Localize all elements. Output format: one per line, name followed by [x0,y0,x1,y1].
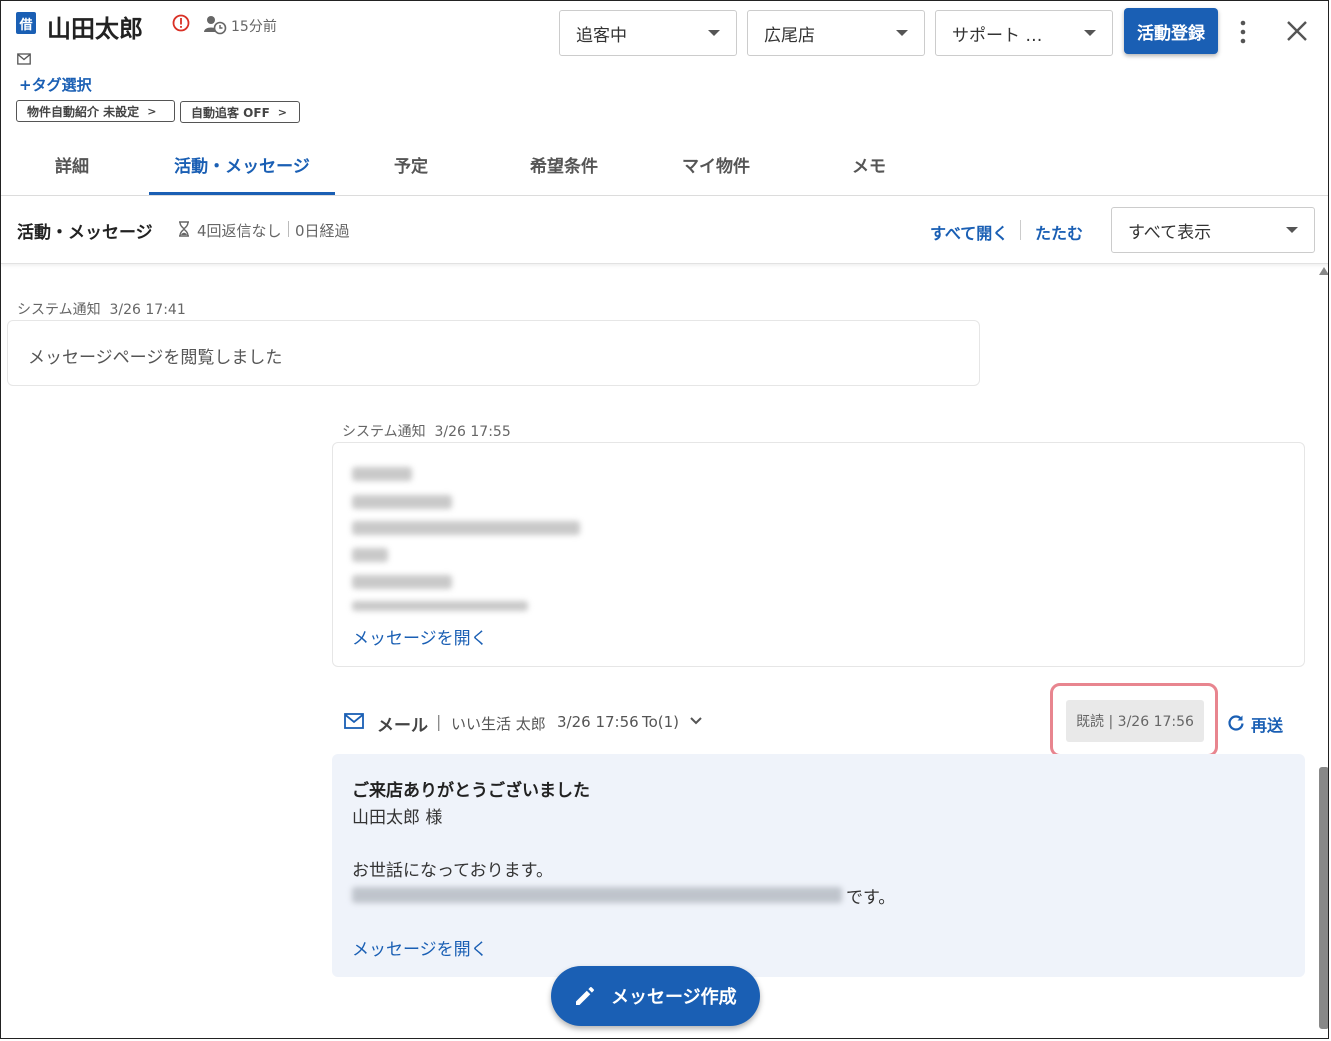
chevron-right-icon: > [277,105,287,119]
mail-sender: いい生活 太郎 [451,715,546,733]
status-dropdown[interactable]: 追客中 [559,10,737,56]
redacted-text [352,521,580,535]
scroll-up-arrow[interactable] [1319,267,1328,275]
read-status-badge: 既読 | 3/26 17:56 [1066,700,1204,742]
section-title: 活動・メッセージ [17,223,153,243]
compose-message-button[interactable]: メッセージ作成 [551,966,760,1026]
mail-icon [17,53,31,65]
support-value: サポート … [952,25,1043,46]
message-body: メッセージページを閲覧しました [28,348,283,368]
status-value: 追客中 [576,25,627,46]
redacted-text [352,601,528,611]
divider [1020,220,1021,240]
caret-down-icon [1286,227,1298,233]
more-vertical-icon[interactable] [1237,19,1249,45]
store-dropdown[interactable]: 広尾店 [747,10,925,56]
divider [288,221,289,237]
hourglass-icon [179,221,189,237]
mail-type-label: メール [377,716,428,736]
redacted-text [352,887,842,903]
expand-all-link[interactable]: すべて開く [930,220,1008,244]
refresh-icon[interactable] [1227,714,1245,732]
tag-select-link[interactable]: +タグ選択 [19,74,92,95]
last-access-time: 15分前 [231,19,277,35]
rent-badge: 借 [16,12,36,34]
filter-dropdown[interactable]: すべて表示 [1111,207,1315,253]
store-value: 広尾店 [764,25,815,46]
message-meta: システム通知 3/26 17:55 [342,421,511,441]
mail-line: です。 [846,888,896,908]
tab-schedule[interactable]: 予定 [371,141,451,195]
mail-subject: ご来店ありがとうございました [352,781,590,801]
mail-time: 3/26 17:56 [557,713,639,731]
chevron-down-icon[interactable] [689,716,703,726]
auto-property-intro-chip[interactable]: 物件自動紹介 未設定 > [16,100,175,122]
redacted-text [352,575,452,589]
mail-separator: | [436,712,442,731]
chip-label: 物件自動紹介 未設定 [27,104,140,119]
section-header: 活動・メッセージ 4回返信なし 0日経過 すべて開く たたむ すべて表示 [1,196,1328,264]
resend-button[interactable]: 再送 [1251,712,1283,736]
customer-name: 山田太郎 [47,15,143,43]
mail-icon [344,713,364,729]
register-activity-button[interactable]: 活動登録 [1124,8,1218,54]
caret-down-icon [896,30,908,36]
caret-down-icon [708,30,720,36]
pencil-icon [576,987,594,1005]
user-clock-icon [204,16,227,35]
mail-greeting: 山田太郎 様 [352,808,443,828]
message-time: 3/26 17:55 [434,424,511,440]
mail-line: お世話になっております。 [352,861,553,881]
open-message-link[interactable]: メッセージを開く [352,624,488,649]
tab-my-properties[interactable]: マイ物件 [661,141,771,195]
redacted-text [352,495,452,509]
filter-value: すべて表示 [1128,222,1212,243]
message-meta: システム通知 3/26 17:41 [17,299,186,319]
tab-preferences[interactable]: 希望条件 [509,141,619,195]
customer-panel: 借 山田太郎 15分前 +タグ選択 物件自動紹介 未設定 > 自動追客 OFF … [0,0,1329,1039]
compose-label: メッセージ作成 [611,987,737,1008]
tab-detail[interactable]: 詳細 [29,141,115,195]
chevron-right-icon: > [147,104,157,118]
chip-label: 自動追客 OFF [191,105,270,120]
tab-activity-message[interactable]: 活動・メッセージ [149,141,335,195]
tab-memo[interactable]: メモ [831,141,907,195]
collapse-link[interactable]: たたむ [1035,220,1083,244]
redacted-text [352,467,412,481]
redacted-text [352,548,388,562]
scrollbar-thumb[interactable] [1319,767,1328,1029]
caret-down-icon [1084,30,1096,36]
alert-icon [172,14,190,32]
close-icon[interactable] [1285,19,1309,43]
support-dropdown[interactable]: サポート … [935,10,1113,56]
elapsed-days: 0日経過 [295,222,350,240]
message-kind: システム通知 [342,424,426,440]
open-message-link[interactable]: メッセージを開く [352,935,488,960]
mail-recipients-toggle[interactable]: To(1) [642,713,679,731]
tab-bar: 詳細 活動・メッセージ 予定 希望条件 マイ物件 メモ [1,141,1328,196]
message-kind: システム通知 [17,302,101,318]
auto-follow-chip[interactable]: 自動追客 OFF > [180,101,300,123]
message-time: 3/26 17:41 [109,302,186,318]
no-reply-count: 4回返信なし [197,222,282,240]
